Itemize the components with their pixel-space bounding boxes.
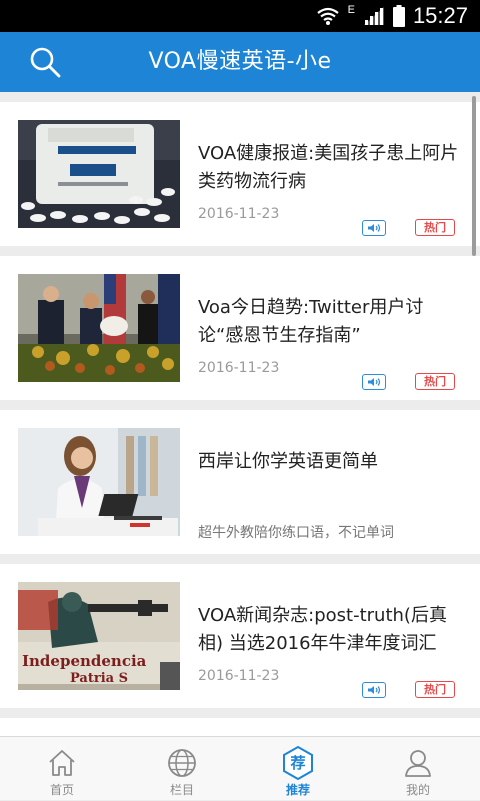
wifi-icon (316, 6, 340, 26)
audio-badge (362, 220, 386, 236)
article-item[interactable]: VOA健康报道:美国孩子患上阿片类药物流行病 2016-11-23 热门 (0, 102, 480, 246)
article-thumbnail (18, 120, 180, 228)
status-icons: E 15:27 (316, 0, 468, 32)
globe-icon (164, 745, 200, 781)
nav-label: 我的 (405, 783, 430, 797)
speaker-icon (367, 223, 381, 233)
nav-label: 栏目 (169, 783, 194, 797)
speaker-icon (367, 685, 381, 695)
ad-title[interactable]: 西岸让你学英语更简单 (198, 448, 466, 476)
status-bar: E 15:27 (0, 0, 480, 32)
nav-item-columns[interactable]: 栏目 (122, 737, 242, 801)
profile-icon (400, 745, 436, 781)
audio-badge (362, 682, 386, 698)
speaker-icon (367, 377, 381, 387)
mural-text: Independencia (22, 652, 147, 670)
nav-label: 首页 (49, 783, 74, 797)
audio-badge (362, 374, 386, 390)
search-icon (28, 45, 62, 79)
app-title: VOA慢速英语-小e (148, 49, 332, 74)
article-list[interactable]: VOA健康报道:美国孩子患上阿片类药物流行病 2016-11-23 热门 Voa… (0, 92, 480, 736)
home-icon (44, 745, 80, 781)
recommend-icon: 荐 (280, 745, 316, 781)
article-title[interactable]: VOA新闻杂志:post-truth(后真相) 当选2016年牛津年度词汇 (198, 602, 466, 658)
article-date: 2016-11-23 (198, 360, 280, 376)
search-button[interactable] (26, 43, 64, 81)
bottom-nav: 首页 栏目 荐 推荐 我的 (0, 736, 480, 800)
recommend-glyph: 荐 (290, 754, 306, 772)
hot-badge: 热门 (415, 681, 455, 698)
article-title[interactable]: VOA健康报道:美国孩子患上阿片类药物流行病 (198, 140, 466, 196)
signal-icon (363, 6, 385, 26)
nav-item-recommend[interactable]: 荐 推荐 (238, 737, 358, 801)
article-thumbnail: Independencia Patria S (18, 582, 180, 690)
article-item[interactable] (0, 718, 480, 736)
scrollbar[interactable] (472, 96, 476, 256)
article-date: 2016-11-23 (198, 668, 280, 684)
article-item[interactable]: Voa今日趋势:Twitter用户讨论“感恩节生存指南” 2016-11-23 … (0, 256, 480, 400)
network-type-indicator: E (347, 4, 355, 16)
hot-badge: 热门 (415, 219, 455, 236)
app-bar: VOA慢速英语-小e (0, 32, 480, 92)
nav-item-home[interactable]: 首页 (2, 737, 122, 801)
hot-badge: 热门 (415, 373, 455, 390)
article-item[interactable]: Independencia Patria S VOA新闻杂志:post-trut… (0, 564, 480, 708)
battery-icon (392, 5, 405, 27)
ad-subtitle: 超牛外教陪你练口语，不记单词 (198, 525, 394, 541)
nav-item-profile[interactable]: 我的 (358, 737, 478, 801)
article-thumbnail (18, 274, 180, 382)
clock: 15:27 (412, 3, 468, 28)
nav-label: 推荐 (285, 783, 310, 797)
mural-text: Patria S (70, 671, 128, 686)
article-date: 2016-11-23 (198, 206, 280, 222)
article-title[interactable]: Voa今日趋势:Twitter用户讨论“感恩节生存指南” (198, 294, 466, 350)
ad-thumbnail (18, 428, 180, 536)
ad-item[interactable]: 西岸让你学英语更简单 超牛外教陪你练口语，不记单词 (0, 410, 480, 554)
